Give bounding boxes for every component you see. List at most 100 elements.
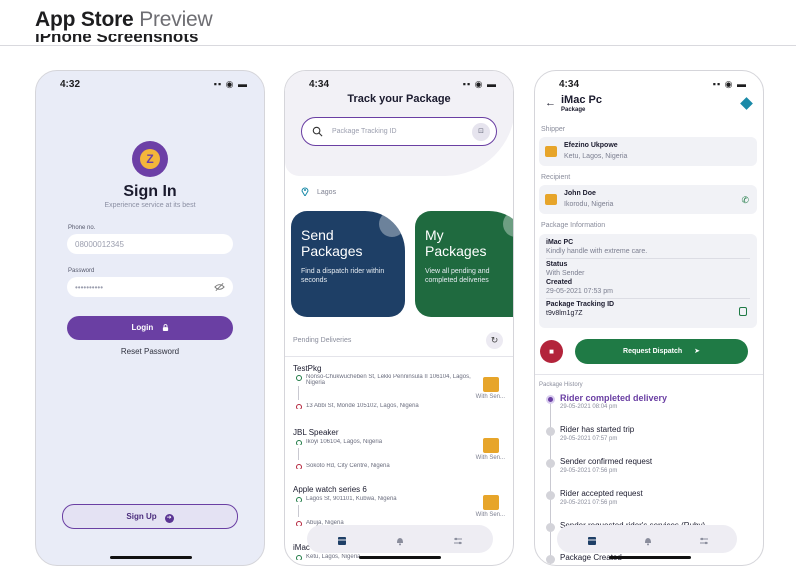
page-title: Track your Package [347,93,451,105]
pickup-dot-icon [296,555,302,560]
tracking-search-input[interactable]: Package Tracking ID ⊡ [301,117,497,146]
refresh-icon[interactable]: ↻ [486,332,503,349]
settings-tab-icon[interactable] [453,533,463,545]
delivery-name: JBL Speaker [293,428,339,437]
password-input[interactable]: •••••••••• [67,277,233,297]
screenshot-track-package[interactable]: 4:34 ▪▪ ◉ ▬ Track your Package Package T… [284,70,514,566]
delivery-status: With Sen... [475,455,505,461]
history-title: Rider accepted request [560,489,643,498]
delivery-item[interactable]: JBL Speaker Ikoyi 106104, Lagos, Nigeria… [293,428,511,478]
history-date: 29-05-2021 07:56 pm [560,500,618,506]
send-icon [379,211,405,237]
history-title: Rider completed delivery [560,393,668,403]
delete-button[interactable]: ■ [540,340,563,363]
sign-up-label: Sign Up [126,512,157,521]
package-name: iMac PC [546,239,574,246]
sign-up-button[interactable]: Sign Up ➜ [62,504,238,529]
phone-input[interactable]: 08000012345 [67,234,233,254]
status-bar: 4:34 ▪▪ ◉ ▬ [309,79,497,90]
location-text: Lagos [317,189,337,196]
search-placeholder: Package Tracking ID [332,128,397,135]
history-date: 29-05-2021 07:56 pm [560,468,618,474]
page-title: Sign In [123,183,177,200]
home-indicator [359,556,441,559]
bottom-nav [307,525,493,553]
my-card-title: My Packages [425,227,487,259]
scan-icon[interactable]: ⊡ [472,123,490,141]
dropoff-address: 13 Abbi St, Monde 105102, Lagos, Nigeria [296,403,471,409]
history-title: Sender confirmed request [560,457,653,466]
signal-wifi-battery-icon: ▪▪ ◉ ▬ [712,79,747,89]
my-packages-card[interactable]: My Packages View all pending and complete… [415,211,513,317]
packages-tab-icon[interactable] [587,533,597,551]
settings-tab-icon[interactable] [699,533,709,551]
timeline-dot-icon [546,523,555,532]
dropoff-dot-icon [296,464,302,469]
history-date: 29-05-2021 07:57 pm [560,436,618,442]
request-dispatch-label: Request Dispatch [623,348,683,355]
signal-wifi-battery-icon: ▪▪ ◉ ▬ [213,79,248,89]
copy-icon[interactable] [739,307,747,316]
dropoff-dot-icon [296,521,302,526]
created-value: 29-05-2021 07:53 pm [546,288,613,295]
created-label: Created [546,279,573,286]
login-button[interactable]: Login [67,316,233,340]
app-store-brand[interactable]: App Store Preview [35,8,213,32]
request-dispatch-button[interactable]: Request Dispatch ➤ [575,339,748,364]
location-selector[interactable]: Lagos [301,186,337,197]
package-icon [545,194,557,205]
notifications-tab-icon[interactable] [395,533,405,546]
page-subtitle: Package [561,107,586,113]
shipper-label: Shipper [541,126,566,133]
status-bar: 4:32 ▪▪ ◉ ▬ [60,79,248,90]
delivery-item[interactable]: TestPkg Nonso-Chukwucheben St, Lekki Pen… [293,364,511,422]
home-indicator [609,556,691,559]
pickup-address: Ikoyi 106104, Lagos, Nigeria [296,439,471,445]
bottom-nav [557,525,737,553]
screenshot-package-detail[interactable]: 4:34 ▪▪ ◉ ▬ ← iMac Pc Package Shipper Ef… [534,70,764,566]
lock-icon [162,324,168,331]
send-packages-card[interactable]: Send Packages Find a dispatch rider withi… [291,211,405,317]
pickup-address: Nonso-Chukwucheben St, Lekki Penninsula … [296,374,471,391]
divider [285,356,513,357]
pickup-address: Lagos St, 901101, Kubwa, Nigeria [296,496,471,502]
package-icon [545,146,557,157]
eye-off-icon[interactable] [214,282,225,292]
recipient-card: John Doe Ikorodu, Nigeria ✆ [539,185,757,214]
back-arrow-icon[interactable]: ← [545,97,556,109]
tracking-value: t9v8lm1g7Z [546,310,583,317]
pending-deliveries-title: Pending Deliveries [293,337,352,344]
divider [535,374,763,375]
recipient-name: John Doe [564,190,596,197]
shipper-card: Efezino Ukpowe Ketu, Lagos, Nigeria [539,137,757,166]
shipper-address: Ketu, Lagos, Nigeria [564,153,628,160]
signal-wifi-battery-icon: ▪▪ ◉ ▬ [462,79,497,89]
reset-password-link[interactable]: Reset Password [36,347,264,356]
delivery-name: Apple watch series 6 [293,485,367,494]
delivery-status: With Sen... [475,394,505,400]
pickup-dot-icon [296,497,302,502]
package-info-label: Package Information [541,222,606,229]
delivery-name: TestPkg [293,364,322,373]
password-label: Password [68,268,95,274]
location-pin-icon [301,187,309,197]
recipient-address: Ikorodu, Nigeria [564,201,614,208]
package-icon [483,377,499,392]
search-icon [312,126,323,137]
status-bar: 4:34 ▪▪ ◉ ▬ [559,79,747,90]
history-label: Package History [539,382,583,388]
app-store-header: App Store Preview iPhone Screenshots [0,0,796,46]
login-label: Login [131,323,154,332]
notifications-tab-icon[interactable] [643,533,653,551]
dropoff-dot-icon [296,404,302,409]
timeline-line [550,397,551,565]
my-card-desc: View all pending and completed deliverie… [425,268,490,284]
arrow-right-icon: ➜ [164,514,174,523]
package-info-card: iMac PC Kindly handle with extreme care.… [539,234,757,328]
status-value: With Sender [546,270,585,277]
call-icon[interactable]: ✆ [741,195,749,206]
packages-tab-icon[interactable] [337,533,347,545]
shipper-name: Efezino Ukpowe [564,142,618,149]
directions-icon[interactable] [740,97,753,110]
screenshot-sign-in[interactable]: 4:32 ▪▪ ◉ ▬ Z Sign In Experience service… [35,70,265,566]
